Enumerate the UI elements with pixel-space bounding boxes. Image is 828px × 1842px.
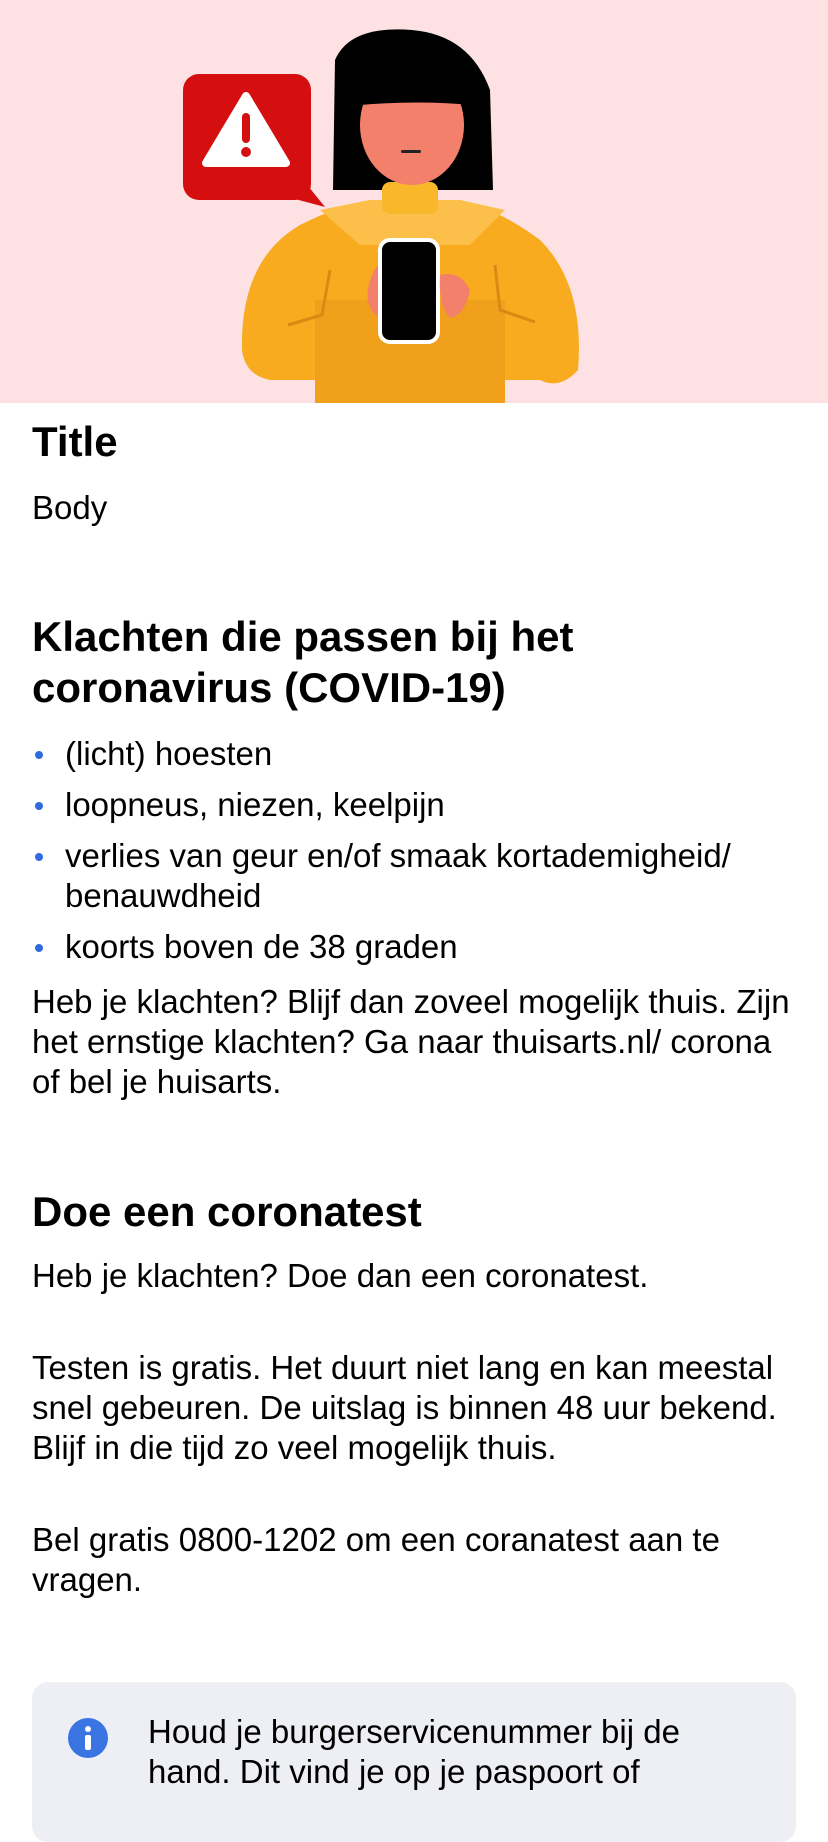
list-item: verlies van geur en/of smaak kortademigh…: [32, 836, 802, 916]
test-paragraph-3: Bel gratis 0800-1202 om een coranatest a…: [32, 1521, 720, 1598]
list-item: koorts boven de 38 graden: [32, 927, 802, 967]
body-text: Body: [32, 489, 108, 526]
test-paragraph-2: Testen is gratis. Het duurt niet lang en…: [32, 1349, 777, 1466]
symptoms-heading: Klachten die passen bij het coronavirus …: [32, 613, 574, 711]
info-box: Houd je burgerservicenummer bij de hand.…: [32, 1682, 796, 1842]
bullet-icon: [35, 944, 43, 952]
info-icon: [68, 1718, 108, 1758]
hero-illustration: [0, 0, 828, 403]
bullet-icon: [35, 853, 43, 861]
list-item: (licht) hoesten: [32, 734, 802, 774]
bullet-icon: [35, 751, 43, 759]
woman-with-phone-illustration: [183, 29, 579, 403]
bullet-icon: [35, 802, 43, 810]
warning-icon: [183, 74, 325, 207]
test-paragraph-1: Heb je klachten? Doe dan een coronatest.: [32, 1257, 649, 1294]
test-heading: Doe een coronatest: [32, 1188, 422, 1235]
info-text: Houd je burgerservicenummer bij de hand.…: [148, 1713, 680, 1790]
symptoms-paragraph: Heb je klachten? Blijf dan zoveel mogeli…: [32, 983, 790, 1100]
symptoms-list: (licht) hoesten loopneus, niezen, keelpi…: [32, 734, 802, 978]
list-item: loopneus, niezen, keelpijn: [32, 785, 802, 825]
page-title: Title: [32, 418, 118, 465]
